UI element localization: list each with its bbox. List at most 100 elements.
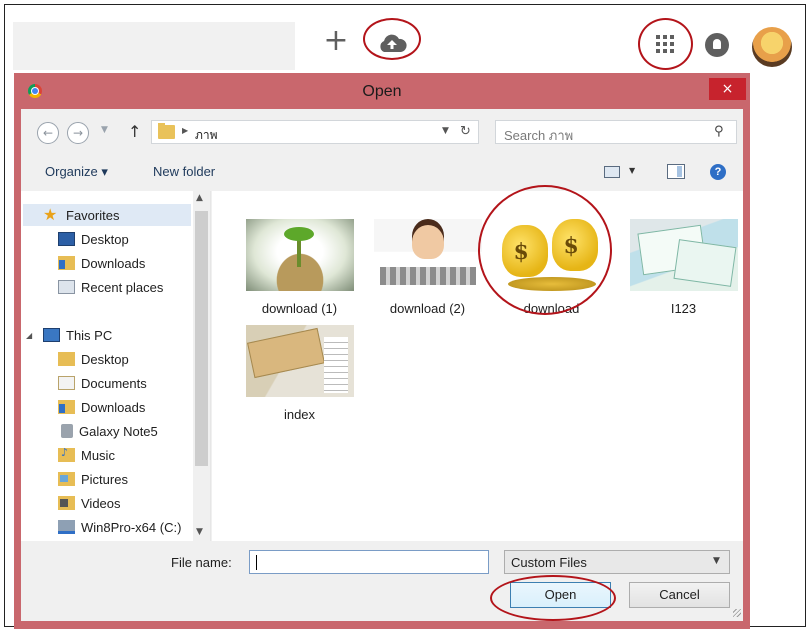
file-item[interactable]: index (242, 325, 357, 422)
sidebar-item-desktop[interactable]: Desktop (23, 348, 191, 370)
file-item[interactable]: I123 (626, 219, 741, 316)
sidebar-item-label: This PC (66, 327, 113, 343)
preview-pane-icon[interactable] (667, 164, 685, 179)
navigation-row: ← → ▼ ↑ ▶ ภาพ ▼ ↻ Search ภาพ ⚲ (21, 109, 743, 153)
sidebar-item-downloads[interactable]: Downloads (23, 252, 191, 274)
desktop-folder-icon (58, 352, 75, 366)
sidebar-item-galaxy-note5[interactable]: Galaxy Note5 (23, 420, 191, 442)
sidebar-item-label: Music (81, 447, 115, 463)
music-folder-icon (58, 446, 75, 462)
file-name: download (1) (261, 301, 338, 316)
upload-cloud-icon[interactable] (377, 33, 407, 53)
forward-button[interactable]: → (67, 122, 89, 144)
new-folder-button[interactable]: New folder (153, 164, 215, 179)
pictures-folder-icon (58, 472, 75, 486)
folder-icon (158, 123, 175, 139)
dialog-title: Open (362, 83, 402, 100)
breadcrumb-chevron-icon[interactable]: ▶ (182, 126, 188, 135)
file-name-bar: File name: ▼ Custom Files ▼ Open Cancel (21, 541, 743, 621)
money-bag-icon: $ (501, 225, 548, 277)
search-icon[interactable]: ⚲ (714, 124, 724, 139)
resize-grip-icon[interactable] (733, 609, 741, 617)
file-item[interactable]: download (1) (242, 219, 357, 316)
address-dropdown-icon[interactable]: ▼ (442, 126, 449, 136)
file-type-selected: Custom Files (511, 555, 587, 570)
sidebar-item-label: Documents (81, 375, 147, 391)
sidebar-item-label: Pictures (81, 471, 128, 487)
sidebar-item-videos[interactable]: Videos (23, 492, 191, 514)
desktop-icon (58, 232, 75, 246)
sidebar-item-desktop[interactable]: Desktop (23, 228, 191, 250)
thumbnail-image (373, 219, 482, 291)
file-item[interactable]: download (2) (370, 219, 485, 316)
close-button[interactable]: × (709, 78, 746, 100)
sidebar-item-downloads[interactable]: Downloads (23, 396, 191, 418)
scroll-up-icon[interactable]: ▲ (196, 193, 203, 203)
up-button[interactable]: ↑ (128, 122, 141, 141)
sidebar-item-this-pc[interactable]: This PC (23, 324, 191, 346)
chevron-down-icon[interactable]: ▼ (713, 556, 720, 566)
file-name-field[interactable]: ▼ (249, 550, 709, 574)
sidebar-item-favorites[interactable]: ★ Favorites (23, 204, 191, 226)
sidebar-item-label: Downloads (81, 399, 146, 415)
thumbnail-image (629, 219, 738, 291)
organize-menu[interactable]: Organize ▾ (45, 164, 108, 180)
dialog-titlebar[interactable]: Open × (14, 73, 750, 109)
breadcrumb[interactable]: ภาพ (195, 126, 218, 145)
sidebar-item-label: Win8Pro-x64 (C:) (81, 519, 182, 535)
downloads-folder-icon (58, 256, 75, 270)
sidebar-item-music[interactable]: Music (23, 444, 191, 466)
apps-grid-icon[interactable] (656, 35, 674, 53)
recent-locations-dropdown-icon[interactable]: ▼ (101, 125, 108, 135)
sidebar-item-label: Downloads (81, 255, 146, 271)
change-view-icon[interactable] (604, 166, 620, 178)
address-bar[interactable]: ▶ ภาพ ▼ ↻ (151, 120, 479, 144)
sidebar-item-recent-places[interactable]: Recent places (23, 276, 191, 298)
thumbnail-image: $ $ (497, 219, 606, 291)
sidebar-item-label: Desktop (81, 351, 129, 367)
thumbnail-image (245, 325, 354, 397)
command-toolbar: Organize ▾ New folder ▼ ? (21, 153, 743, 191)
sidebar-item-drive-c[interactable]: Win8Pro-x64 (C:) (23, 516, 191, 538)
view-dropdown-icon[interactable]: ▼ (629, 166, 635, 175)
file-list: download (1) download (2) $ $ download I… (212, 191, 743, 541)
avatar[interactable] (752, 27, 792, 67)
back-button[interactable]: ← (37, 122, 59, 144)
scrollbar-thumb[interactable] (195, 211, 208, 466)
search-input[interactable]: Search ภาพ ⚲ (495, 120, 737, 144)
navigation-scrollbar[interactable]: ▲ ▼ (193, 191, 210, 541)
refresh-icon[interactable]: ↻ (460, 124, 471, 139)
new-plus-icon[interactable]: + (322, 26, 350, 56)
computer-icon (43, 328, 60, 342)
thumbnail-image (245, 219, 354, 291)
search-placeholder: Search ภาพ (504, 128, 574, 143)
open-dialog: Open × ← → ▼ ↑ ▶ ภาพ ▼ ↻ Search ภาพ ⚲ Or… (14, 73, 750, 629)
sidebar-item-label: Galaxy Note5 (79, 423, 158, 439)
file-type-select[interactable]: Custom Files ▼ (504, 550, 730, 574)
file-name: download (2) (389, 301, 466, 316)
sidebar-item-pictures[interactable]: Pictures (23, 468, 191, 490)
notifications-icon[interactable] (705, 33, 729, 57)
sidebar-item-label: Recent places (81, 279, 164, 295)
file-name: index (283, 407, 316, 422)
help-icon[interactable]: ? (710, 164, 726, 180)
star-icon: ★ (43, 205, 58, 224)
browser-topbar: + (5, 5, 805, 73)
downloads-folder-icon (58, 400, 75, 414)
phone-icon (61, 424, 73, 438)
file-name: I123 (670, 301, 697, 316)
videos-folder-icon (58, 496, 75, 510)
sidebar-item-label: Desktop (81, 231, 129, 247)
file-item[interactable]: $ $ download (494, 219, 609, 316)
window-frame: + Open × ← → ▼ ↑ ▶ ภาพ ▼ ↻ Search ภาพ ⚲ … (4, 4, 806, 629)
open-button[interactable]: Open (510, 582, 611, 608)
text-caret (256, 555, 257, 570)
sidebar-item-label: Videos (81, 495, 121, 511)
recent-places-icon (58, 280, 75, 294)
sidebar-item-label: Favorites (66, 207, 120, 223)
file-name: download (523, 301, 580, 316)
cancel-button[interactable]: Cancel (629, 582, 730, 608)
scroll-down-icon[interactable]: ▼ (196, 527, 203, 537)
sidebar-item-documents[interactable]: Documents (23, 372, 191, 394)
drive-search-box[interactable] (13, 22, 295, 70)
